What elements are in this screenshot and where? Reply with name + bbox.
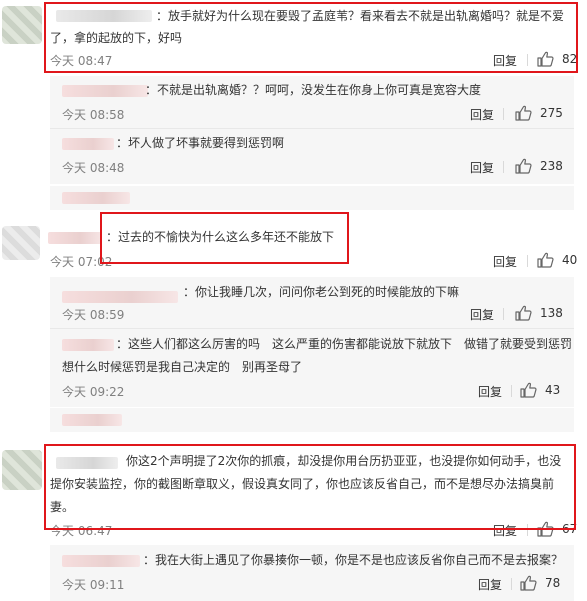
like-count: 67 bbox=[562, 522, 578, 536]
username[interactable] bbox=[62, 339, 114, 351]
reply-button[interactable]: 回复 bbox=[478, 576, 502, 593]
comment-text: ：过去的不愉快为什么这么多年还不能放下 bbox=[106, 230, 335, 244]
more-replies-link[interactable] bbox=[62, 192, 130, 204]
comment-time: 今天 07:02 bbox=[50, 255, 113, 269]
divider bbox=[527, 54, 528, 66]
reply-button[interactable]: 回复 bbox=[493, 52, 517, 69]
comment-text: 你这2个声明提了2次你的抓痕，却没提你用台历扔亚亚，也没提你如何动手，也没 bbox=[126, 454, 562, 468]
reply-time: 今天 08:48 bbox=[62, 161, 125, 175]
divider bbox=[511, 578, 512, 590]
reply-text: ：我在大街上遇见了你暴揍你一顿，你是不是也应该反省你自己而不是去报案？ bbox=[143, 553, 564, 567]
reply-text: ：你让我睡几次，问问你老公到死的时候能放的下嘛 bbox=[183, 285, 460, 299]
divider bbox=[503, 108, 504, 120]
username[interactable] bbox=[62, 85, 148, 97]
like-button[interactable]: 82 bbox=[537, 51, 577, 67]
like-button[interactable]: 138 bbox=[515, 305, 563, 321]
avatar[interactable] bbox=[2, 450, 42, 490]
reply-time: 今天 09:11 bbox=[62, 578, 125, 592]
like-button[interactable]: 238 bbox=[515, 158, 563, 174]
comment-time: 今天 06:47 bbox=[50, 524, 113, 538]
divider bbox=[527, 255, 528, 267]
divider bbox=[503, 161, 504, 173]
reply-text: ：这些人们都这么厉害的吗 这么严重的伤害都能说放下就放下 做错了就要受到惩罚 bbox=[116, 337, 573, 351]
thumbs-up-icon bbox=[520, 382, 537, 398]
reply-button[interactable]: 回复 bbox=[470, 306, 494, 323]
like-button[interactable]: 78 bbox=[520, 575, 560, 591]
divider bbox=[50, 128, 574, 129]
reply-time: 今天 08:58 bbox=[62, 108, 125, 122]
reply-text: ：坏人做了坏事就要得到惩罚啊 bbox=[116, 136, 285, 150]
thumbs-up-icon bbox=[520, 575, 537, 591]
reply-time: 今天 09:22 bbox=[62, 385, 125, 399]
username[interactable] bbox=[62, 555, 140, 567]
like-count: 82 bbox=[562, 52, 578, 66]
like-count: 275 bbox=[540, 106, 563, 120]
reply-text: 想什么时候惩罚是我自己决定的 别再圣母了 bbox=[62, 360, 303, 374]
divider bbox=[50, 328, 574, 329]
more-replies-link[interactable] bbox=[62, 414, 122, 426]
comment-text: 提你安装监控，你的截图断章取义，假设真女同了，你也应该反省自己，而不是想尽办法搞… bbox=[50, 477, 555, 491]
like-button[interactable]: 67 bbox=[537, 521, 577, 537]
username[interactable] bbox=[62, 138, 114, 150]
avatar[interactable] bbox=[2, 226, 40, 260]
reply-text: ：不就是出轨离婚？？呵呵，没发生在你身上你可真是宽容大度 bbox=[145, 83, 482, 97]
comment-text: 妻。 bbox=[50, 500, 75, 514]
comment-text: ：放手就好为什么现在要毁了孟庭苇？看来看去不就是出轨离婚吗？就是不爱 bbox=[156, 9, 565, 23]
username[interactable] bbox=[56, 457, 118, 469]
reply-button[interactable]: 回复 bbox=[493, 253, 517, 270]
thumbs-up-icon bbox=[537, 51, 554, 67]
avatar[interactable] bbox=[2, 6, 42, 44]
like-count: 138 bbox=[540, 306, 563, 320]
username[interactable] bbox=[62, 291, 178, 303]
reply-button[interactable]: 回复 bbox=[470, 159, 494, 176]
like-button[interactable]: 275 bbox=[515, 105, 563, 121]
reply-button[interactable]: 回复 bbox=[470, 106, 494, 123]
comment-text: 了，拿的起放的下，好吗 bbox=[50, 31, 183, 45]
username[interactable] bbox=[48, 232, 102, 244]
divider bbox=[511, 385, 512, 397]
like-count: 43 bbox=[545, 383, 561, 397]
username[interactable] bbox=[56, 10, 152, 22]
like-button[interactable]: 43 bbox=[520, 382, 560, 398]
thumbs-up-icon bbox=[537, 252, 554, 268]
divider bbox=[503, 308, 504, 320]
reply-panel bbox=[50, 408, 574, 432]
thumbs-up-icon bbox=[515, 105, 532, 121]
reply-button[interactable]: 回复 bbox=[493, 522, 517, 539]
comment-time: 今天 08:47 bbox=[50, 54, 113, 68]
like-count: 78 bbox=[545, 576, 561, 590]
like-count: 40 bbox=[562, 253, 578, 267]
like-button[interactable]: 40 bbox=[537, 252, 577, 268]
thumbs-up-icon bbox=[515, 305, 532, 321]
thumbs-up-icon bbox=[515, 158, 532, 174]
reply-time: 今天 08:59 bbox=[62, 308, 125, 322]
like-count: 238 bbox=[540, 159, 563, 173]
reply-button[interactable]: 回复 bbox=[478, 383, 502, 400]
divider bbox=[527, 524, 528, 536]
thumbs-up-icon bbox=[537, 521, 554, 537]
